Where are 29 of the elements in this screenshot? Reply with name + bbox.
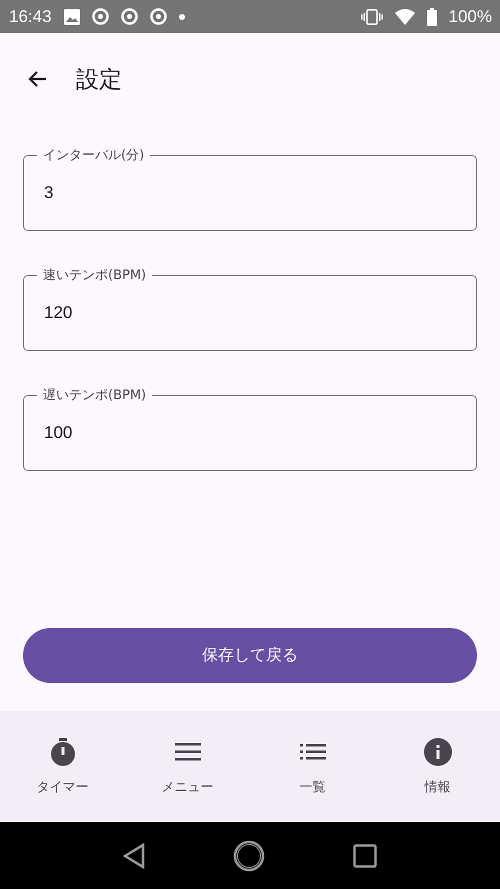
field-label: 速いテンポ(BPM) <box>37 266 152 284</box>
nav-item[interactable]: メニュー <box>125 711 250 822</box>
image-icon <box>64 8 80 24</box>
browser-icon <box>92 8 109 25</box>
back-button[interactable] <box>123 842 145 868</box>
field-label: インターバル(分) <box>37 146 150 164</box>
home-button[interactable] <box>233 840 265 872</box>
list-icon <box>300 744 326 760</box>
nav-item[interactable]: 一覧 <box>250 711 375 822</box>
menu-icon <box>174 743 200 761</box>
browser-icon <box>120 8 138 25</box>
browser-icon <box>150 8 167 25</box>
recents-square-icon <box>353 844 377 868</box>
back-triangle-icon <box>123 842 145 868</box>
status-time: 16:43 <box>9 6 52 26</box>
nav-item[interactable]: タイマー <box>0 711 125 822</box>
home-circle-icon <box>233 840 265 872</box>
field-label: 遅いテンポ(BPM) <box>37 386 152 404</box>
save-button[interactable]: 保存して戻る <box>23 628 477 683</box>
battery-percentage: 100% <box>448 6 492 26</box>
wifi-icon <box>394 8 415 24</box>
screen-title: 設定 <box>76 66 122 94</box>
nav-item[interactable]: 情報 <box>375 711 500 822</box>
battery-icon <box>426 8 437 26</box>
stopwatch-icon <box>48 737 76 767</box>
vibrate-icon <box>360 8 383 24</box>
recents-button[interactable] <box>353 844 377 868</box>
dot-icon <box>178 14 185 20</box>
info-icon <box>424 738 452 766</box>
